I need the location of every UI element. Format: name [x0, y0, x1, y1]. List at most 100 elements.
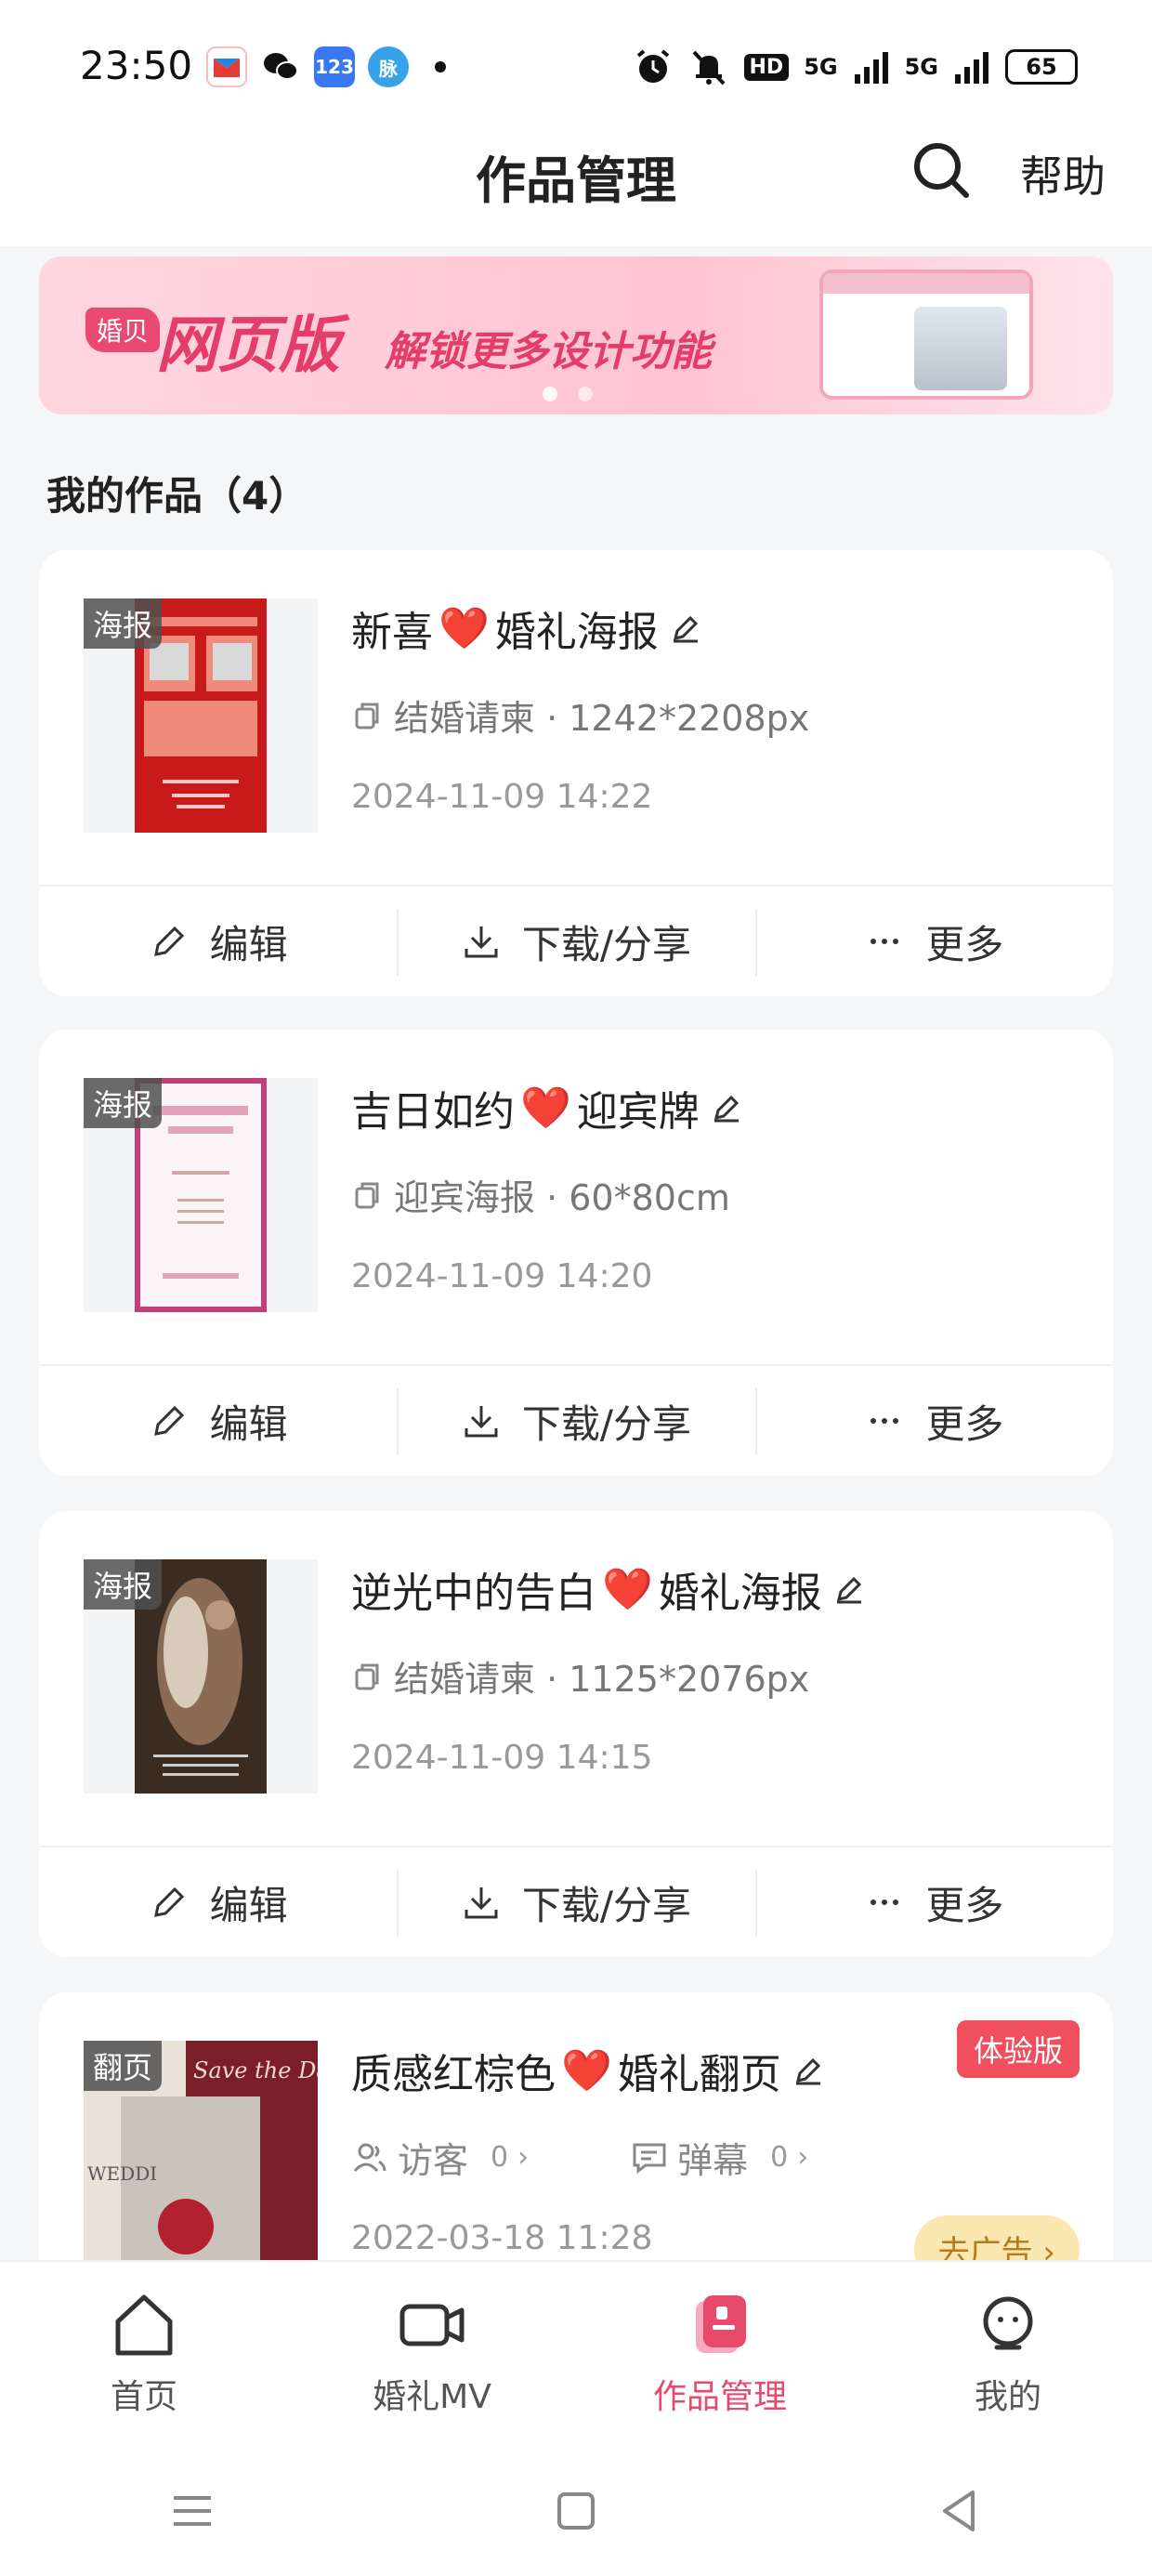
- battery-level: 65: [1026, 54, 1057, 80]
- back-icon[interactable]: [934, 2485, 986, 2537]
- work-title-text: 质感红棕色: [351, 2051, 556, 2098]
- edit-label: 编辑: [209, 1882, 288, 1928]
- more-notifications-dot: [435, 61, 446, 72]
- nav-home[interactable]: 首页: [0, 2262, 288, 2446]
- edit-title-icon[interactable]: [792, 2055, 824, 2086]
- help-button[interactable]: 帮助: [1020, 143, 1106, 204]
- search-icon[interactable]: [910, 139, 972, 201]
- thumb-weddi: WEDDI: [87, 2162, 157, 2185]
- app-header: 作品管理 帮助: [0, 130, 1152, 246]
- visitors-stat[interactable]: 访客 0 ›: [351, 2132, 529, 2183]
- download-share-button[interactable]: 下载/分享: [397, 1366, 754, 1476]
- work-title-text: 吉日如约: [351, 1088, 515, 1136]
- pen-icon: [153, 1405, 184, 1436]
- edit-label: 编辑: [209, 1400, 288, 1447]
- work-title[interactable]: 吉日如约 ❤️ 迎宾牌: [351, 1078, 742, 1137]
- page-title: 作品管理: [476, 151, 676, 210]
- status-app-icons: 123 脉: [206, 46, 446, 87]
- chevron-right-icon: ›: [1032, 2234, 1055, 2260]
- download-share-button[interactable]: 下载/分享: [397, 1847, 754, 1957]
- work-thumbnail[interactable]: Save the Date WEDDI 翻页: [84, 2041, 318, 2260]
- more-dots-icon: [871, 939, 899, 944]
- work-title[interactable]: 逆光中的告白 ❤️ 婚礼海报: [351, 1559, 865, 1619]
- work-actions: 编辑 下载/分享 更多: [39, 1846, 1113, 1957]
- danmu-count: 0: [770, 2141, 789, 2174]
- mute-bell-icon: [692, 50, 725, 85]
- profile-icon: [983, 2296, 1033, 2350]
- more-label: 更多: [925, 1882, 1004, 1928]
- home-icon: [115, 2294, 173, 2356]
- remove-ads-button[interactable]: 去广告 ›: [913, 2215, 1080, 2260]
- danmu-stat[interactable]: 弹幕 0 ›: [631, 2132, 808, 2183]
- work-title-text: 新喜: [351, 609, 433, 656]
- more-dots-icon: [871, 1418, 899, 1424]
- work-card[interactable]: 海报 新喜 ❤️ 婚礼海报 结婚请柬 · 1242*2208px 2024-11…: [39, 550, 1113, 996]
- nav-wedding-mv[interactable]: 婚礼MV: [288, 2262, 576, 2446]
- mai-icon: 脉: [368, 46, 409, 87]
- download-share-label: 下载/分享: [521, 1882, 692, 1928]
- signal-bars-icon-2: [955, 52, 988, 84]
- work-card[interactable]: 海报 逆光中的告白 ❤️ 婚礼海报 结婚请柬 · 1125*2076px 202…: [39, 1511, 1113, 1957]
- banner-screen-illustration: [819, 269, 1033, 400]
- trial-badge: 体验版: [956, 2020, 1080, 2078]
- alarm-icon: [636, 49, 669, 83]
- more-button[interactable]: 更多: [754, 887, 1113, 996]
- danmu-icon: [633, 2143, 666, 2174]
- work-meta: 结婚请柬 · 1125*2076px: [351, 1650, 809, 1702]
- banner-logo: 婚贝: [85, 308, 161, 352]
- download-share-label: 下载/分享: [521, 921, 692, 967]
- edit-title-icon[interactable]: [833, 1573, 865, 1605]
- work-title[interactable]: 质感红棕色 ❤️ 婚礼翻页: [351, 2041, 824, 2100]
- edit-title-icon[interactable]: [670, 612, 701, 644]
- work-thumbnail[interactable]: 海报: [84, 598, 318, 833]
- nav-wedding-mv-label: 婚礼MV: [373, 2378, 491, 2416]
- pen-icon: [153, 926, 184, 956]
- wechat-icon: [260, 46, 301, 87]
- download-share-label: 下载/分享: [521, 1400, 692, 1447]
- work-card[interactable]: 体验版 Save the Date WEDDI 翻页 质感红棕色 ❤️ 婚礼翻页…: [39, 1992, 1113, 2260]
- download-icon: [465, 1887, 498, 1919]
- promo-banner[interactable]: 婚贝 网页版 解锁更多设计功能: [39, 256, 1113, 414]
- work-title-text-2: 婚礼海报: [658, 1570, 822, 1617]
- banner-headline: 网页版: [156, 309, 340, 381]
- visitors-icon: [353, 2143, 386, 2172]
- edit-button[interactable]: 编辑: [39, 1366, 397, 1476]
- nav-works[interactable]: 作品管理: [576, 2262, 864, 2446]
- work-thumbnail[interactable]: 海报: [84, 1559, 318, 1794]
- nav-works-label: 作品管理: [652, 2378, 787, 2416]
- banner-couple-photo: [914, 307, 1007, 390]
- work-meta-text: 迎宾海报 · 60*80cm: [394, 1177, 730, 1218]
- download-icon: [465, 1406, 498, 1438]
- work-actions: 编辑 下载/分享 更多: [39, 1364, 1113, 1476]
- heart-icon: ❤️: [439, 605, 490, 652]
- download-share-button[interactable]: 下载/分享: [397, 887, 754, 996]
- more-dots-icon: [871, 1899, 899, 1905]
- menu-icon[interactable]: [166, 2485, 218, 2537]
- copy-icon: [355, 703, 379, 729]
- app-red-icon: [206, 46, 247, 87]
- copy-icon: [355, 1663, 379, 1689]
- more-button[interactable]: 更多: [754, 1847, 1113, 1957]
- work-card[interactable]: 海报 吉日如约 ❤️ 迎宾牌 迎宾海报 · 60*80cm 2024-11-09…: [39, 1030, 1113, 1476]
- status-bar: 23:50 123 脉 HD 5G 5G 65: [0, 0, 1152, 130]
- edit-button[interactable]: 编辑: [39, 1847, 397, 1957]
- work-type-badge: 翻页: [84, 2041, 163, 2091]
- visitors-label: 访客: [398, 2140, 469, 2181]
- work-date: 2024-11-09 14:15: [351, 1739, 653, 1777]
- chevron-right-icon: ›: [797, 2141, 809, 2174]
- nav-profile[interactable]: 我的: [864, 2262, 1152, 2446]
- visitors-count: 0: [491, 2141, 509, 2174]
- work-actions: 编辑 下载/分享 更多: [39, 885, 1113, 996]
- work-date: 2024-11-09 14:20: [351, 1257, 653, 1295]
- work-title[interactable]: 新喜 ❤️ 婚礼海报: [351, 598, 701, 658]
- work-thumbnail[interactable]: 海报: [84, 1078, 318, 1312]
- work-date: 2024-11-09 14:22: [351, 778, 653, 816]
- edit-button[interactable]: 编辑: [39, 887, 397, 996]
- edit-title-icon[interactable]: [711, 1092, 742, 1124]
- more-button[interactable]: 更多: [754, 1366, 1113, 1476]
- edit-label: 编辑: [209, 921, 288, 967]
- work-title-text-2: 婚礼翻页: [617, 2051, 781, 2098]
- num-123-icon: 123: [314, 46, 355, 87]
- heart-icon: ❤️: [561, 2047, 612, 2095]
- home-square-icon[interactable]: [550, 2485, 602, 2537]
